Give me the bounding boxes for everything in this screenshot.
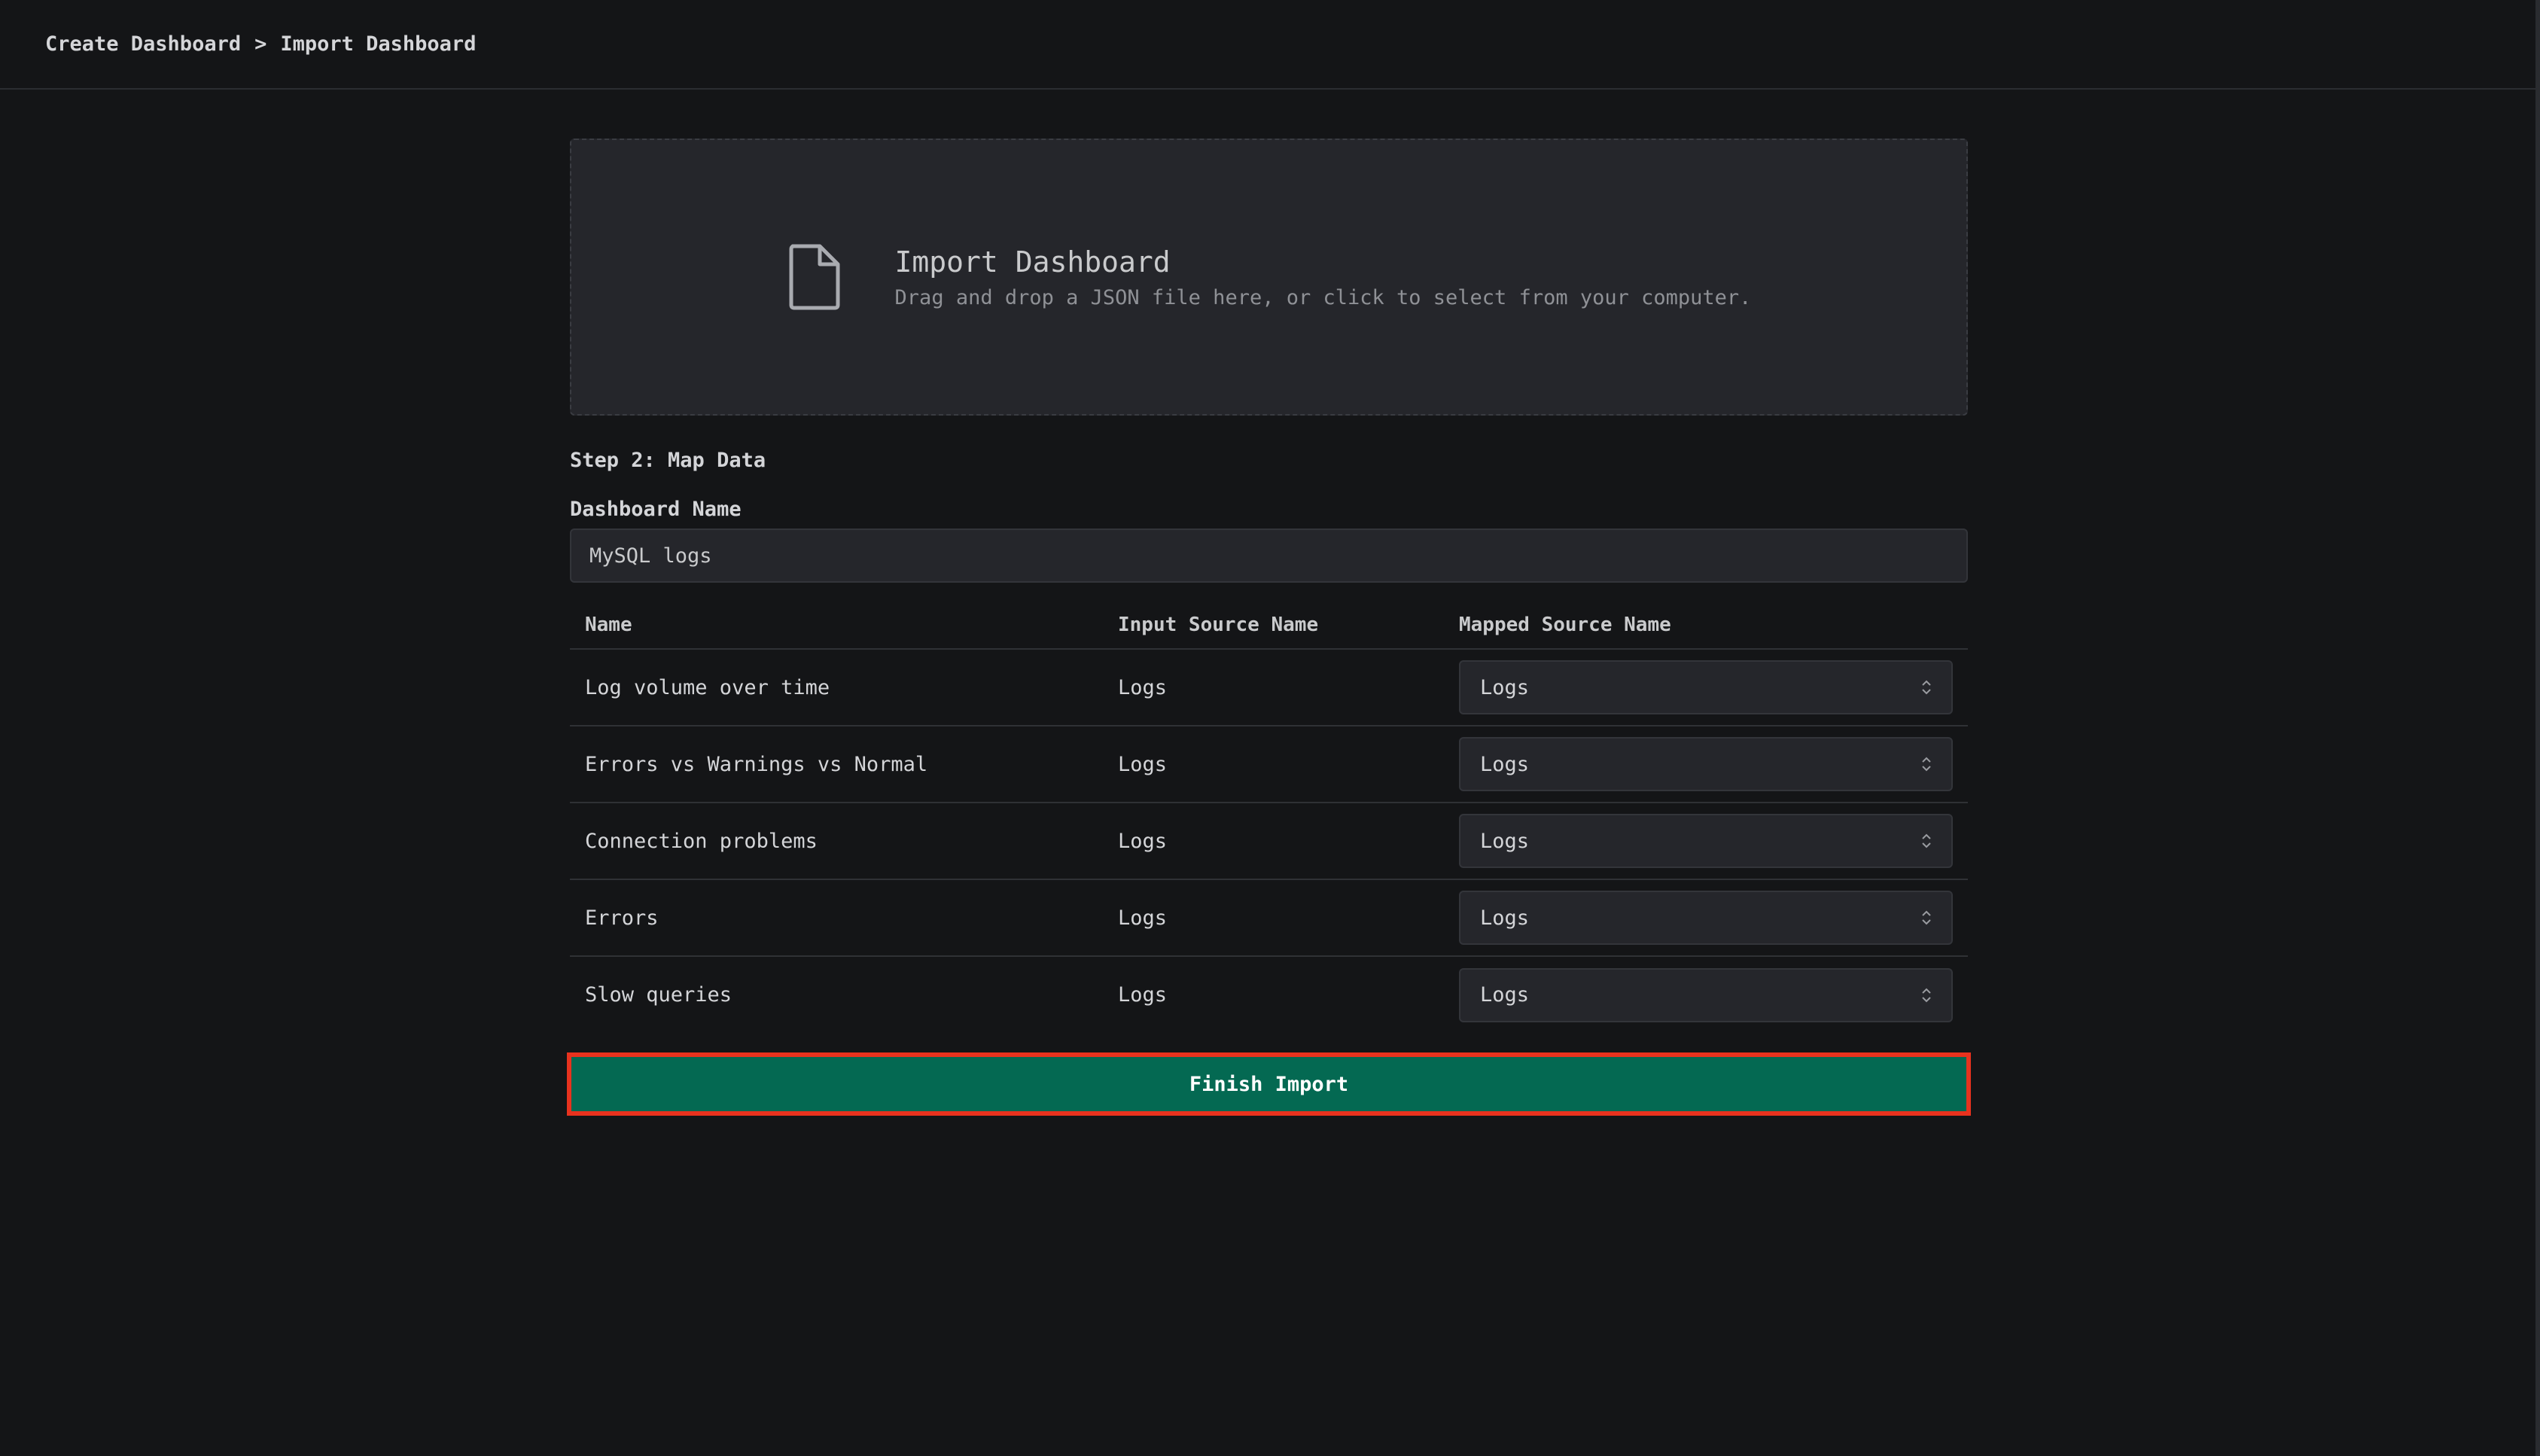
header-name: Name [570,601,1103,650]
top-bar: Create Dashboard > Import Dashboard [0,0,2540,90]
chevron-up-down-icon [1922,680,1931,695]
dropzone-title: Import Dashboard [894,245,1171,279]
row-name: Slow queries [585,983,732,1007]
row-name: Errors [570,879,1103,957]
row-mapped-cell: Logs [1444,803,1968,880]
row-mapped-cell: Logs [1444,726,1968,803]
mapping-table: Name Input Source Name Mapped Source Nam… [570,601,1968,1033]
dashboard-name-input[interactable] [570,528,1968,583]
row-mapped-cell: Logs [1444,649,1968,726]
table-row: Log volume over time Logs Logs [570,649,1968,726]
finish-import-button[interactable]: Finish Import [571,1057,1966,1111]
mapped-source-select[interactable]: Logs [1459,967,1953,1022]
row-name: Errors vs Warnings vs Normal [570,726,1103,803]
step-title: Step 2: Map Data [570,449,766,472]
chevron-up-down-icon [1922,757,1931,772]
mapped-source-select[interactable]: Logs [1459,814,1953,868]
dashboard-name-label: Dashboard Name [570,498,742,521]
header-mapped-source: Mapped Source Name [1444,601,1968,650]
chevron-up-down-icon [1922,988,1931,1002]
dropzone-subtitle: Drag and drop a JSON file here, or click… [894,285,1752,309]
row-mapped-cell: Logs [1444,956,1968,1033]
chevron-up-down-icon [1922,910,1931,925]
scrollbar-track [2535,0,2540,1456]
row-input-source: Logs [1118,983,1168,1007]
select-value: Logs [1480,829,1530,853]
header-input-source: Input Source Name [1103,601,1444,650]
row-input-source: Logs [1103,649,1444,726]
finish-import-highlight: Finish Import [567,1052,1971,1116]
mapped-source-select[interactable]: Logs [1459,737,1953,791]
file-dropzone[interactable]: Import Dashboard Drag and drop a JSON fi… [570,139,1968,416]
row-name: Log volume over time [570,649,1103,726]
select-value: Logs [1480,675,1530,699]
breadcrumb-separator: > [254,32,267,56]
row-name: Connection problems [570,803,1103,880]
breadcrumb-create-dashboard[interactable]: Create Dashboard [45,32,241,56]
mapped-source-select[interactable]: Logs [1459,891,1953,945]
table-row: Errors vs Warnings vs Normal Logs Logs [570,726,1968,803]
row-input-source: Logs [1103,803,1444,880]
row-input-source: Logs [1103,879,1444,957]
chevron-up-down-icon [1922,833,1931,848]
select-value: Logs [1480,983,1530,1007]
row-mapped-cell: Logs [1444,879,1968,957]
table-row: Slow queries Logs Logs [570,956,1968,1033]
import-dashboard-panel: Import Dashboard Drag and drop a JSON fi… [567,139,1971,1116]
breadcrumb: Create Dashboard > Import Dashboard [45,32,476,56]
dropzone-text: Import Dashboard Drag and drop a JSON fi… [895,245,1752,309]
select-value: Logs [1480,752,1530,776]
dropzone-content: Import Dashboard Drag and drop a JSON fi… [787,243,1752,311]
breadcrumb-import-dashboard: Import Dashboard [280,32,477,56]
table-row: Errors Logs Logs [570,879,1968,957]
mapped-source-select[interactable]: Logs [1459,660,1953,714]
select-value: Logs [1480,906,1530,930]
file-icon [789,244,840,310]
table-header-row: Name Input Source Name Mapped Source Nam… [570,601,1968,650]
table-row: Connection problems Logs Logs [570,803,1968,880]
row-input-source: Logs [1103,726,1444,803]
